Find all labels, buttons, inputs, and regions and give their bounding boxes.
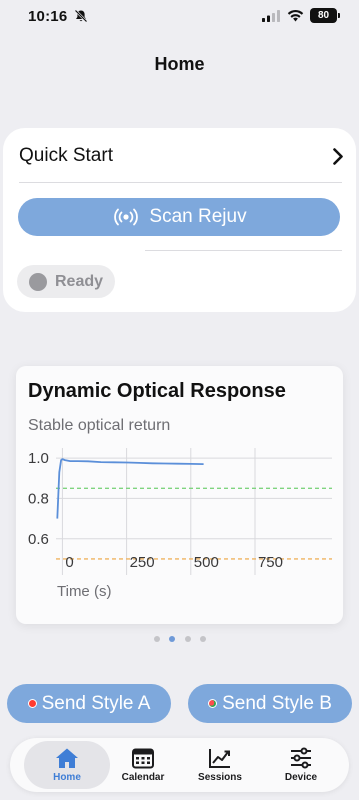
tab-sessions[interactable]: Sessions: [185, 741, 255, 789]
divider: [19, 182, 342, 183]
page-dot-active[interactable]: [169, 636, 176, 642]
x-tick-label: 250: [130, 554, 155, 571]
send-style-b-button[interactable]: Send Style B: [188, 684, 352, 723]
send-style-a-label: Send Style A: [41, 692, 151, 714]
battery-cap: [338, 13, 340, 18]
status-label: Ready: [55, 272, 104, 290]
broadcast-icon: [114, 208, 139, 226]
chevron-right-icon: [333, 148, 343, 165]
sliders-icon: [291, 747, 311, 769]
tab-device[interactable]: Device: [266, 741, 336, 789]
x-tick-label: 750: [258, 554, 283, 571]
wifi-icon: [287, 9, 304, 22]
optical-response-card[interactable]: Dynamic Optical Response Stable optical …: [16, 366, 343, 624]
chart-subtitle: Stable optical return: [28, 417, 171, 434]
scan-rejuv-button[interactable]: Scan Rejuv: [18, 198, 340, 236]
tab-calendar-label: Calendar: [121, 772, 165, 783]
page-dot[interactable]: [184, 636, 191, 642]
page-dot[interactable]: [199, 636, 206, 642]
home-icon: [56, 748, 78, 768]
style-a-dot: [27, 699, 37, 708]
tab-home[interactable]: Home: [24, 741, 110, 789]
chart-title: Dynamic Optical Response: [28, 380, 286, 402]
y-tick-label: 0.6: [28, 531, 49, 548]
optical-response-chart: 0.6 0.8 1.0 0 250 500 750 Time (s): [28, 448, 332, 600]
style-b-dot: [208, 699, 218, 708]
bell-slash-icon: [74, 9, 88, 23]
status-time: 10:16: [28, 8, 68, 25]
y-tick-label: 1.0: [28, 450, 49, 467]
page-title: Home: [154, 54, 205, 74]
page-dot[interactable]: [154, 636, 160, 642]
tab-sessions-label: Sessions: [198, 772, 242, 783]
tab-home-label: Home: [53, 772, 81, 783]
quick-start-row[interactable]: Quick Start: [19, 145, 344, 167]
quick-start-card: Quick Start Scan Rejuv Ready: [3, 128, 356, 312]
send-style-b-label: Send Style B: [222, 692, 332, 714]
chart-line-icon: [209, 749, 230, 768]
x-axis-label: Time (s): [57, 583, 111, 600]
y-tick-label: 0.8: [28, 490, 49, 507]
send-style-a-button[interactable]: Send Style A: [7, 684, 171, 723]
scan-rejuv-label: Scan Rejuv: [149, 206, 247, 227]
quick-start-title: Quick Start: [19, 145, 113, 166]
calendar-icon: [132, 748, 154, 769]
status-badge: Ready: [17, 265, 116, 298]
x-tick-label: 0: [65, 554, 73, 571]
cellular-signal-icon: [262, 10, 280, 22]
x-tick-label: 500: [194, 554, 219, 571]
divider: [145, 250, 342, 251]
battery-indicator: 80: [310, 8, 337, 23]
status-bar: 10:16 80: [0, 0, 359, 34]
status-dot: [29, 272, 47, 291]
tab-bar: Home Calendar Sessions Device: [10, 738, 349, 792]
tab-calendar[interactable]: Calendar: [108, 741, 178, 789]
page-indicator: [154, 636, 206, 642]
tab-device-label: Device: [284, 772, 318, 783]
